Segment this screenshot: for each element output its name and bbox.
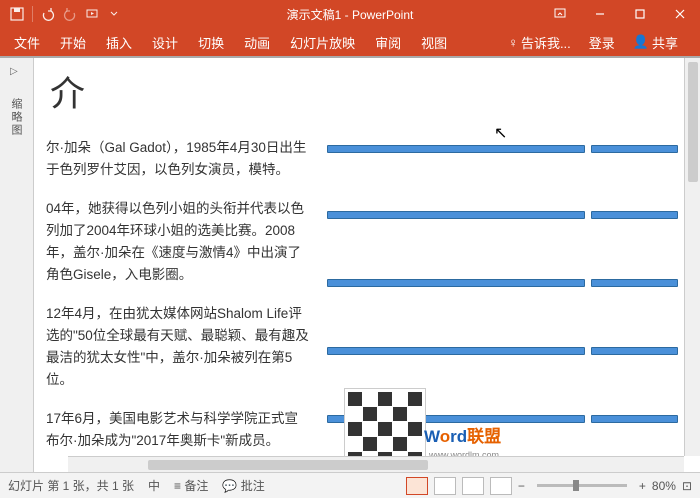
paragraph: 尔·加朵（Gal Gadot），1985年4月30日出生于色列罗什艾因，以色列女… [46, 137, 311, 182]
vertical-scrollbar[interactable] [684, 58, 700, 456]
chevron-right-icon[interactable]: ▷ [10, 66, 18, 77]
zoom-in-button[interactable]: + [639, 479, 646, 493]
fit-window-button[interactable]: ⊡ [682, 479, 692, 493]
workspace: ▷ 缩略图 介 尔·加朵（Gal Gadot），1985年4月30日出生于色列罗… [0, 56, 700, 472]
bar-shape[interactable] [591, 279, 678, 287]
save-icon[interactable] [8, 5, 26, 23]
bar-shape[interactable] [327, 145, 585, 153]
quick-access-toolbar [0, 5, 123, 23]
redo-icon[interactable] [61, 5, 79, 23]
slide-canvas[interactable]: 介 尔·加朵（Gal Gadot），1985年4月30日出生于色列罗什艾因，以色… [34, 58, 700, 472]
zoom-out-button[interactable]: − [518, 479, 525, 493]
tab-insert[interactable]: 插入 [96, 28, 142, 56]
slideshow-view-icon[interactable] [490, 477, 512, 495]
bar-shape[interactable] [327, 211, 585, 219]
close-icon[interactable] [660, 0, 700, 28]
slide-counter[interactable]: 幻灯片 第 1 张，共 1 张 [8, 477, 134, 494]
slide-text-content[interactable]: 尔·加朵（Gal Gadot），1985年4月30日出生于色列罗什艾因，以色列女… [46, 137, 311, 472]
watermark-logo: Word联盟 [424, 422, 501, 447]
language-indicator[interactable]: 中 [148, 477, 160, 494]
window-controls [540, 0, 700, 28]
bar-shape[interactable] [591, 415, 678, 423]
tell-me[interactable]: ♀告诉我... [500, 28, 579, 56]
comments-button[interactable]: 💬 批注 [222, 477, 264, 494]
zoom-level[interactable]: 80% [652, 479, 676, 493]
paragraph: 12年4月，在由犹太媒体网站Shalom Life评选的"50位全球最有天赋、最… [46, 303, 311, 392]
scrollbar-thumb[interactable] [148, 460, 428, 470]
bar-shape[interactable] [327, 347, 585, 355]
qat-customize-icon[interactable] [105, 5, 123, 23]
tab-design[interactable]: 设计 [142, 28, 188, 56]
share-button[interactable]: 👤共享 [625, 28, 686, 56]
minimize-icon[interactable] [580, 0, 620, 28]
window-title: 演示文稿1 - PowerPoint [287, 6, 414, 23]
bar-shape[interactable] [591, 347, 678, 355]
signin-button[interactable]: 登录 [581, 28, 623, 56]
lightbulb-icon: ♀ [508, 35, 518, 50]
notes-button[interactable]: ≡ 备注 [174, 477, 208, 494]
tab-file[interactable]: 文件 [4, 28, 50, 56]
tab-review[interactable]: 审阅 [365, 28, 411, 56]
tab-home[interactable]: 开始 [50, 28, 96, 56]
share-icon: 👤 [633, 34, 649, 50]
zoom-slider[interactable] [537, 484, 627, 487]
start-from-beginning-icon[interactable] [83, 5, 101, 23]
tab-view[interactable]: 视图 [411, 28, 457, 56]
thumbnail-panel[interactable]: ▷ 缩略图 [0, 58, 34, 472]
undo-icon[interactable] [39, 5, 57, 23]
ribbon-options-icon[interactable] [540, 0, 580, 28]
tab-animations[interactable]: 动画 [234, 28, 280, 56]
reading-view-icon[interactable] [462, 477, 484, 495]
horizontal-scrollbar[interactable] [68, 456, 684, 472]
title-bar: 演示文稿1 - PowerPoint [0, 0, 700, 28]
bar-shape[interactable] [591, 211, 678, 219]
tab-slideshow[interactable]: 幻灯片放映 [280, 28, 365, 56]
scrollbar-thumb[interactable] [688, 62, 698, 182]
tab-transitions[interactable]: 切换 [188, 28, 234, 56]
paragraph: 17年6月，美国电影艺术与科学学院正式宣布尔·加朵成为"2017年奥斯卡"新成员… [46, 408, 311, 453]
normal-view-icon[interactable] [406, 477, 428, 495]
sorter-view-icon[interactable] [434, 477, 456, 495]
paragraph: 04年，她获得以色列小姐的头衔并代表以色列加了2004年环球小姐的选美比赛。20… [46, 198, 311, 287]
slide-title[interactable]: 介 [50, 66, 688, 117]
bar-shape[interactable] [327, 279, 585, 287]
ribbon-tabs: 文件 开始 插入 设计 切换 动画 幻灯片放映 审阅 视图 ♀告诉我... 登录… [0, 28, 700, 56]
thumbnail-label: 缩略图 [8, 98, 24, 137]
status-bar: 幻灯片 第 1 张，共 1 张 中 ≡ 备注 💬 批注 − + 80% ⊡ [0, 472, 700, 498]
bar-shape[interactable] [591, 145, 678, 153]
maximize-icon[interactable] [620, 0, 660, 28]
